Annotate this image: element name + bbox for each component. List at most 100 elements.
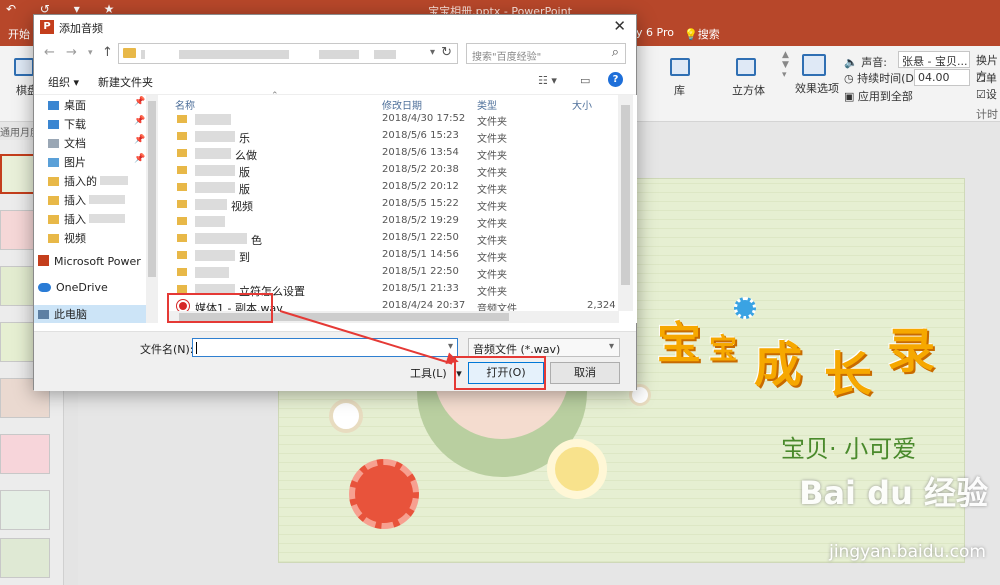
apply-all-button[interactable]: ▣ 应用到全部 <box>844 88 913 104</box>
table-row[interactable]: 版 2018/5/2 20:38 文件夹 <box>167 162 627 179</box>
sound-select[interactable]: 张悬 - 宝贝... <box>898 51 970 68</box>
nav-item-documents[interactable]: 文档 📌 <box>48 135 145 151</box>
address-path-redacted <box>141 50 145 59</box>
up-arrow-icon[interactable]: ↑ <box>102 45 113 60</box>
table-row[interactable]: 么做 2018/5/6 13:54 文件夹 <box>167 145 627 162</box>
slide-thumbnail[interactable] <box>0 434 50 474</box>
recent-locations-chevron-icon[interactable]: ▾ <box>88 48 93 58</box>
slide-title-char: 录 <box>887 323 936 379</box>
name-redacted <box>195 216 225 227</box>
chevron-down-icon: ▾ <box>608 341 614 352</box>
nav-item-downloads[interactable]: 下载 📌 <box>48 116 145 132</box>
cancel-button[interactable]: 取消 <box>550 362 620 384</box>
document-icon <box>48 139 59 148</box>
timing-group-label: 计时 <box>976 108 998 121</box>
gallery-scroll-arrows-icon[interactable]: ▲ ▼ ▾ <box>782 50 789 80</box>
file-list-vertical-scrollbar[interactable] <box>618 95 633 311</box>
table-row[interactable]: 乐 2018/5/6 15:23 文件夹 <box>167 128 627 145</box>
table-row[interactable]: 版 2018/5/2 20:12 文件夹 <box>167 179 627 196</box>
advance-after-checkbox[interactable]: ☑设 <box>976 86 997 102</box>
slide-thumbnail[interactable] <box>0 538 50 578</box>
table-row[interactable]: 视频 2018/5/5 15:22 文件夹 <box>167 196 627 213</box>
yellow-flower-icon <box>547 439 607 499</box>
tab-start[interactable]: 开始 <box>8 26 30 42</box>
powerpoint-icon: P <box>40 20 54 34</box>
table-row[interactable]: 2018/5/1 22:50 文件夹 <box>167 264 627 281</box>
back-arrow-icon[interactable]: ← <box>44 45 55 60</box>
preview-pane-icon[interactable]: ▭ <box>580 74 590 87</box>
scrollbar-thumb[interactable] <box>148 101 156 277</box>
duration-input[interactable]: 04.00 <box>914 69 970 86</box>
table-row[interactable]: 2018/4/30 17:52 文件夹 <box>167 111 627 128</box>
white-daisy-icon <box>329 399 363 433</box>
tell-me-search[interactable]: 💡搜索 <box>684 26 720 42</box>
column-header-size[interactable]: 大小 <box>572 97 592 112</box>
organize-button[interactable]: 组织 ▾ <box>48 74 79 90</box>
help-icon[interactable]: ? <box>608 72 623 87</box>
column-header-type[interactable]: 类型 <box>477 97 497 112</box>
lightbulb-icon: 💡 <box>684 28 698 41</box>
duration-label: ◷ 持续时间(D): <box>844 72 922 85</box>
name-redacted <box>195 114 231 125</box>
add-audio-dialog: P 添加音频 ✕ ← → ▾ ↑ ▾ ↻ 搜索"百度经验" ⌕ 组织 ▾ 新建文… <box>33 14 637 391</box>
nav-item-onedrive[interactable]: OneDrive <box>38 281 108 294</box>
slide-title-char: 成 <box>754 337 803 393</box>
nav-item-pictures[interactable]: 图片 📌 <box>48 154 145 170</box>
new-folder-button[interactable]: 新建文件夹 <box>98 74 153 90</box>
slide-thumbnail[interactable] <box>0 490 50 530</box>
dialog-title: 添加音频 <box>59 22 103 35</box>
nav-item-videos[interactable]: 视频 <box>48 230 86 246</box>
table-row[interactable]: 色 2018/5/1 22:50 文件夹 <box>167 230 627 247</box>
nav-item-folder[interactable]: 插入的 <box>48 173 128 189</box>
view-options-icon[interactable]: ☷ ▾ <box>538 74 557 87</box>
folder-icon <box>177 132 187 140</box>
address-bar[interactable]: ▾ ↻ <box>118 43 458 64</box>
name-redacted <box>89 195 125 204</box>
baidu-watermark: Bai du 经验 <box>799 474 988 512</box>
advance-on-click-checkbox[interactable]: ☐单 <box>976 70 997 86</box>
file-type-select[interactable]: 音频文件 (*.wav) ▾ <box>468 338 620 357</box>
name-redacted <box>195 267 229 278</box>
gallery-icon[interactable] <box>670 58 690 76</box>
apply-all-icon: ▣ <box>844 90 855 103</box>
cube-icon[interactable] <box>736 58 756 76</box>
address-path-redacted <box>319 50 359 59</box>
search-box[interactable]: 搜索"百度经验" ⌕ <box>466 43 626 64</box>
name-redacted <box>195 182 235 193</box>
name-redacted <box>100 176 128 185</box>
refresh-icon[interactable]: ↻ <box>441 45 452 60</box>
column-header-name[interactable]: 名称 <box>175 97 195 112</box>
gallery-label: 库 <box>674 84 685 97</box>
pin-icon: 📌 <box>134 97 146 107</box>
checkerboard-icon[interactable] <box>14 58 34 76</box>
name-redacted <box>195 165 235 176</box>
nav-item-microsoft-powerpoint[interactable]: Microsoft Power <box>38 255 141 268</box>
scrollbar-thumb[interactable] <box>621 105 630 285</box>
address-dropdown-icon[interactable]: ▾ <box>430 47 435 58</box>
folder-icon <box>177 149 187 157</box>
table-row[interactable]: 2018/5/2 19:29 文件夹 <box>167 213 627 230</box>
effect-options-button[interactable]: 效果选项 <box>795 80 839 96</box>
folder-icon <box>177 234 187 242</box>
picture-icon <box>48 158 59 167</box>
filename-dropdown-icon[interactable]: ▾ <box>448 341 453 352</box>
close-icon[interactable]: ✕ <box>613 17 626 35</box>
effect-options-icon[interactable] <box>802 54 826 76</box>
folder-icon <box>48 196 59 205</box>
table-row[interactable]: 到 2018/5/1 14:56 文件夹 <box>167 247 627 264</box>
nav-item-desktop[interactable]: 桌面 📌 <box>48 97 145 113</box>
column-header-date[interactable]: 修改日期 <box>382 97 422 112</box>
desktop-icon <box>48 101 59 110</box>
nav-item-folder[interactable]: 插入 <box>48 211 125 227</box>
navigation-pane-scrollbar[interactable] <box>146 95 158 323</box>
folder-icon <box>177 166 187 174</box>
name-redacted <box>195 199 227 210</box>
forward-arrow-icon[interactable]: → <box>66 45 77 60</box>
name-redacted <box>195 233 247 244</box>
name-redacted <box>195 131 235 142</box>
tab-addin[interactable]: y 6 Pro <box>636 26 674 39</box>
nav-item-this-pc[interactable]: 此电脑 <box>38 306 87 322</box>
search-icon[interactable]: ⌕ <box>612 45 619 60</box>
folder-icon <box>177 115 187 123</box>
nav-item-folder[interactable]: 插入 <box>48 192 125 208</box>
